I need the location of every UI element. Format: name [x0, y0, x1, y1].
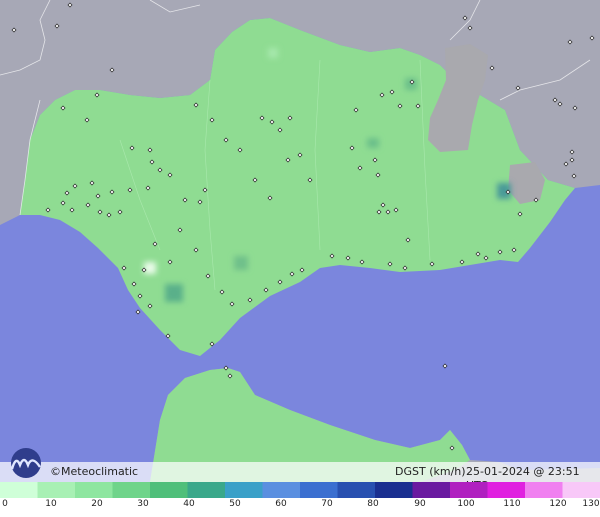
scale-tick: 90 — [414, 499, 426, 509]
scale-swatch — [450, 482, 488, 498]
scale-tick: 0 — [2, 499, 8, 509]
scale-tick: 20 — [91, 499, 103, 509]
scale-swatch — [487, 482, 526, 498]
scale-swatch — [75, 482, 113, 498]
scale-swatch — [0, 482, 38, 498]
scale-tick: 80 — [367, 499, 379, 509]
scale-tick: 10 — [45, 499, 57, 509]
scale-swatch — [37, 482, 76, 498]
meteoclimatic-logo — [10, 448, 41, 478]
map-view: ©Meteoclimatic DGST (km/h) 25-01-2024 @ … — [0, 0, 600, 517]
wind-gust-map — [0, 0, 600, 482]
scale-swatch — [375, 482, 413, 498]
scale-swatch — [150, 482, 188, 498]
scale-swatch — [225, 482, 263, 498]
variable-label: DGST (km/h) — [395, 465, 466, 478]
scale-tick: 60 — [275, 499, 287, 509]
scale-swatch — [187, 482, 226, 498]
scale-swatch — [262, 482, 301, 498]
scale-swatch — [562, 482, 600, 498]
scale-swatch — [525, 482, 563, 498]
scale-swatch — [112, 482, 151, 498]
scale-swatch — [300, 482, 338, 498]
scale-tick: 130 — [582, 499, 600, 509]
scale-tick: 40 — [183, 499, 195, 509]
scale-tick: 50 — [229, 499, 241, 509]
brand-label: ©Meteoclimatic — [50, 465, 139, 478]
color-scale-bar — [0, 482, 600, 498]
color-scale-legend: 0 10 20 30 40 50 60 70 80 90 100 110 120… — [0, 482, 600, 517]
scale-tick: 120 — [549, 499, 567, 509]
scale-tick: 110 — [503, 499, 521, 509]
scale-swatch — [337, 482, 376, 498]
scale-swatch — [412, 482, 451, 498]
scale-tick: 30 — [137, 499, 149, 509]
scale-tick: 100 — [457, 499, 475, 509]
scale-tick: 70 — [321, 499, 333, 509]
